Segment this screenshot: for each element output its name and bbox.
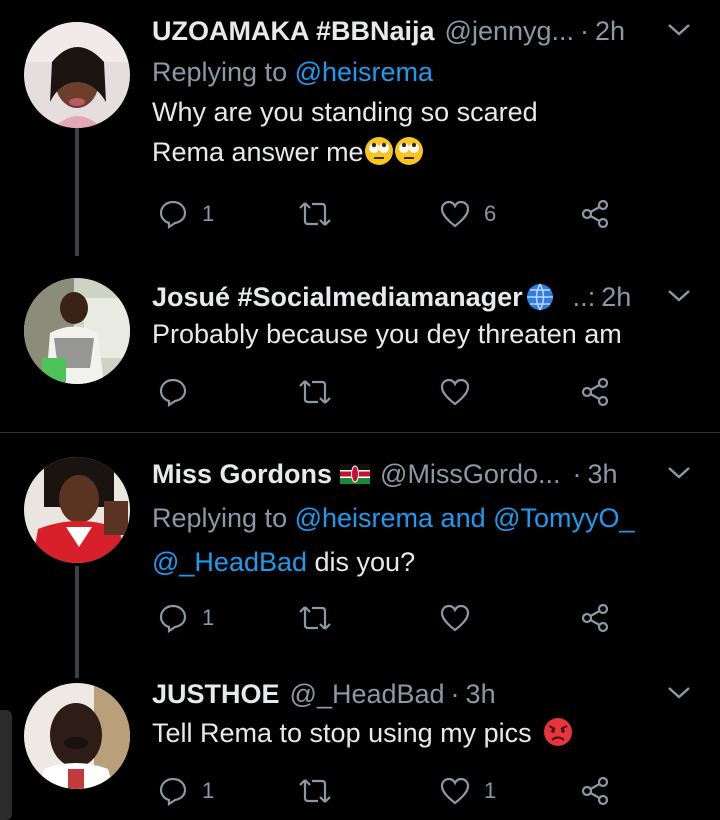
pouting-face-icon [544, 718, 573, 746]
chevron-down-icon[interactable] [666, 286, 692, 306]
kenya-flag-icon [340, 464, 371, 484]
tweet-text: Why are you standing so scared Rema answ… [152, 97, 538, 167]
share-icon [581, 377, 609, 407]
heart-icon [440, 378, 470, 406]
reply-count: 1 [202, 201, 215, 226]
share-icon [581, 776, 609, 806]
tweet-actions [152, 372, 622, 412]
tweet-text: @_HeadBad dis you? [152, 547, 416, 577]
handle[interactable]: @jennyg... [445, 14, 574, 48]
globe-icon [526, 283, 553, 311]
retweet-icon [299, 202, 331, 226]
tweet-actions: 1 6 [152, 194, 622, 234]
reply-button[interactable]: 1 [158, 598, 214, 638]
reply-icon [159, 604, 187, 633]
mention-link[interactable]: @_HeadBad [152, 547, 307, 577]
scrollbar[interactable] [0, 710, 12, 820]
retweet-icon [299, 606, 331, 630]
avatar[interactable] [24, 22, 130, 128]
retweet-button[interactable] [298, 372, 346, 412]
tweet-header: UZOAMAKA #BBNaija @jennyg... · 2h [152, 14, 692, 48]
reply-icon [159, 378, 187, 407]
divider [0, 432, 720, 433]
display-name[interactable]: UZOAMAKA #BBNaija [152, 14, 435, 48]
thread-line [75, 566, 79, 678]
retweet-button[interactable] [298, 771, 346, 811]
timestamp[interactable]: 3h [466, 677, 496, 711]
avatar[interactable] [24, 457, 130, 563]
like-button[interactable] [440, 598, 484, 638]
replying-to: Replying to @heisrema [152, 57, 434, 87]
share-button[interactable] [580, 194, 610, 234]
reply-button[interactable] [158, 372, 202, 412]
separator-dot: : [587, 282, 596, 312]
like-button[interactable] [440, 372, 484, 412]
avatar[interactable] [24, 278, 130, 384]
handle[interactable]: @_HeadBad [290, 677, 445, 711]
like-count: 1 [484, 778, 497, 803]
timestamp[interactable]: 2h [595, 14, 625, 48]
separator-dot: · [450, 679, 460, 709]
share-icon [581, 199, 609, 229]
display-name[interactable]: Miss Gordons [152, 457, 332, 491]
face-with-rolling-eyes-icon [364, 137, 393, 165]
tweet-actions: 1 [152, 598, 622, 638]
heart-icon [440, 200, 470, 228]
handle[interactable]: @MissGordo... [380, 457, 560, 491]
reply-icon [159, 200, 187, 229]
reply-icon [159, 777, 187, 806]
retweet-icon [299, 380, 331, 404]
reply-count: 1 [202, 778, 215, 803]
separator-dot: · [572, 459, 582, 489]
share-button[interactable] [580, 598, 610, 638]
replying-to: Replying to @heisrema and @TomyyO_ [152, 503, 635, 533]
handle[interactable]: .. [573, 280, 588, 314]
share-icon [581, 603, 609, 633]
like-button[interactable]: 1 [440, 771, 496, 811]
face-with-rolling-eyes-icon [394, 137, 423, 165]
chevron-down-icon[interactable] [666, 683, 692, 703]
mention-link[interactable]: @heisrema and @TomyyO_ [295, 503, 635, 533]
like-button[interactable]: 6 [440, 194, 496, 234]
mention-link[interactable]: @heisrema [295, 57, 433, 87]
display-name[interactable]: Josué #Socialmediamanager [152, 280, 523, 314]
reply-button[interactable]: 1 [158, 771, 214, 811]
share-button[interactable] [580, 372, 610, 412]
like-count: 6 [484, 201, 497, 226]
reply-count: 1 [202, 605, 215, 630]
tweet-text: Probably because you dey threaten am [152, 319, 622, 349]
tweet-text: Tell Rema to stop using my pics [152, 713, 692, 753]
timestamp[interactable]: 3h [587, 457, 617, 491]
heart-icon [440, 604, 470, 632]
tweet-header: JUSTHOE @_HeadBad · 3h [152, 677, 692, 711]
chevron-down-icon[interactable] [666, 20, 692, 40]
thread-line [75, 128, 79, 256]
reply-button[interactable]: 1 [158, 194, 214, 234]
tweet-header: Josué #Socialmediamanager .. : 2h [152, 280, 692, 314]
tweet-actions: 1 1 [152, 771, 622, 811]
tweet-header: Miss Gordons @MissGordo... · 3h [152, 457, 692, 491]
heart-icon [440, 777, 470, 805]
chevron-down-icon[interactable] [666, 463, 692, 483]
separator-dot: · [580, 16, 590, 46]
retweet-icon [299, 779, 331, 803]
retweet-button[interactable] [298, 598, 346, 638]
timestamp[interactable]: 2h [601, 280, 631, 314]
share-button[interactable] [580, 771, 610, 811]
avatar[interactable] [24, 683, 130, 789]
display-name[interactable]: JUSTHOE [152, 677, 280, 711]
retweet-button[interactable] [298, 194, 346, 234]
